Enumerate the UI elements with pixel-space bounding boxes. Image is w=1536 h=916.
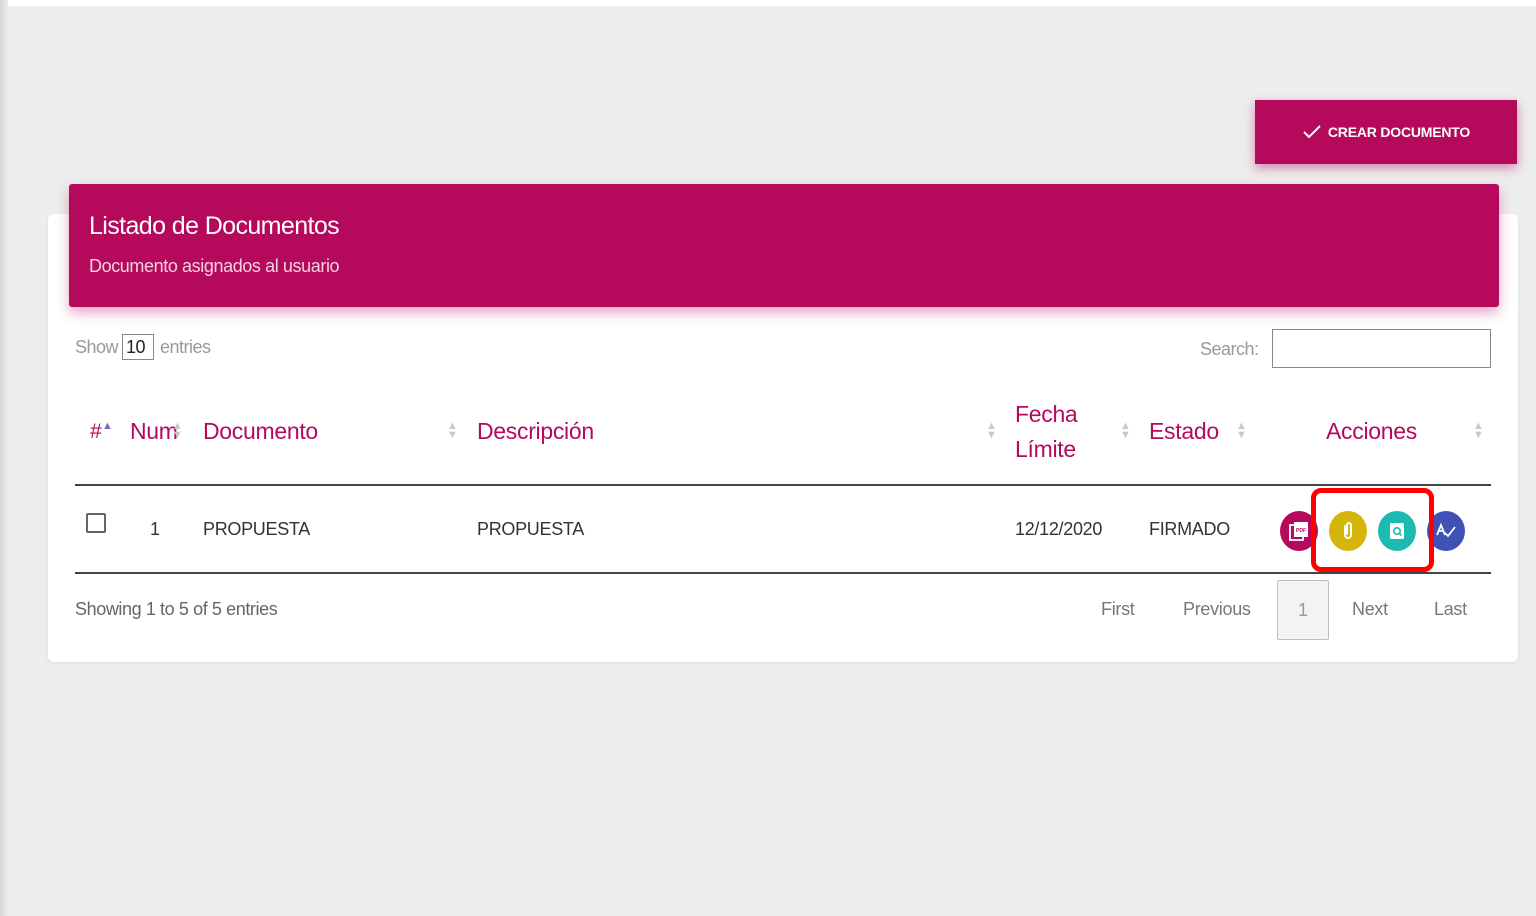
entries-label: entries <box>160 336 211 357</box>
column-header-fecha-line1: Fecha <box>1015 401 1078 427</box>
column-header-fecha-limite[interactable]: Fecha Límite <box>1015 397 1078 467</box>
top-strip <box>0 0 1536 6</box>
cell-documento: PROPUESTA <box>203 519 310 539</box>
entries-select[interactable]: 10 <box>122 334 155 360</box>
row-checkbox[interactable] <box>86 513 106 533</box>
pagination-last[interactable]: Last <box>1434 599 1467 620</box>
create-document-label: CREAR DOCUMENTO <box>1327 124 1471 140</box>
highlight-box <box>1311 488 1434 572</box>
card-subtitle: Documento asignados al usuario <box>89 256 340 276</box>
sort-icon: ▲ ▼ <box>986 420 997 441</box>
search-label: Search: <box>1200 339 1259 359</box>
sort-icon: ▲ ▼ <box>447 420 458 441</box>
table-info: Showing 1 to 5 of 5 entries <box>75 599 278 619</box>
table-header-rule <box>75 484 1491 486</box>
column-header-hash-label: # <box>90 420 102 443</box>
pagination-page-1[interactable]: 1 <box>1277 580 1329 640</box>
sort-icon: ▲ ▼ <box>1120 420 1131 441</box>
entries-value: 10 <box>126 336 146 357</box>
column-header-descripcion[interactable]: Descripción <box>477 414 594 449</box>
card-title: Listado de Documentos <box>89 212 340 240</box>
cell-descripcion: PROPUESTA <box>477 519 584 539</box>
pdf-icon: PDF <box>1289 522 1308 541</box>
column-header-acciones[interactable]: Acciones <box>1326 414 1417 449</box>
column-header-select[interactable]: # <box>90 414 102 449</box>
column-header-num[interactable]: Num <box>130 414 178 449</box>
card-header: Listado de Documentos Documento asignado… <box>69 184 1499 307</box>
column-header-num-label: Num <box>130 418 178 444</box>
pagination-previous[interactable]: Previous <box>1183 599 1251 620</box>
cell-estado: FIRMADO <box>1149 519 1230 539</box>
svg-text:PDF: PDF <box>1296 528 1306 534</box>
cell-num: 1 <box>150 519 160 539</box>
create-document-button[interactable]: CREAR DOCUMENTO <box>1255 100 1517 164</box>
sort-icon: ▲ ▼ <box>1236 420 1247 441</box>
show-label: Show <box>75 336 119 357</box>
search-input[interactable] <box>1272 329 1491 368</box>
cell-fecha-limite: 12/12/2020 <box>1015 519 1103 539</box>
pagination-page-label: 1 <box>1297 599 1308 620</box>
show-entries-control: Show 10 entries <box>75 334 211 360</box>
sidebar-edge <box>0 0 8 916</box>
column-header-estado[interactable]: Estado <box>1149 414 1219 449</box>
column-header-acciones-label: Acciones <box>1326 418 1417 444</box>
pagination-first[interactable]: First <box>1101 599 1135 620</box>
column-header-documento-label: Documento <box>203 418 318 444</box>
column-header-descripcion-label: Descripción <box>477 418 594 444</box>
column-header-fecha-line2: Límite <box>1015 436 1076 462</box>
check-icon <box>1303 125 1321 139</box>
pagination-next[interactable]: Next <box>1352 599 1388 620</box>
sort-icon: ▲ ▼ <box>1473 420 1484 441</box>
sort-icon: ▲ ▼ <box>172 420 183 441</box>
signature-icon <box>1436 522 1456 538</box>
table-footer-rule <box>75 572 1491 574</box>
column-header-estado-label: Estado <box>1149 418 1219 444</box>
column-header-documento[interactable]: Documento <box>203 414 318 449</box>
sort-ascending-icon: ▲ <box>102 420 113 432</box>
